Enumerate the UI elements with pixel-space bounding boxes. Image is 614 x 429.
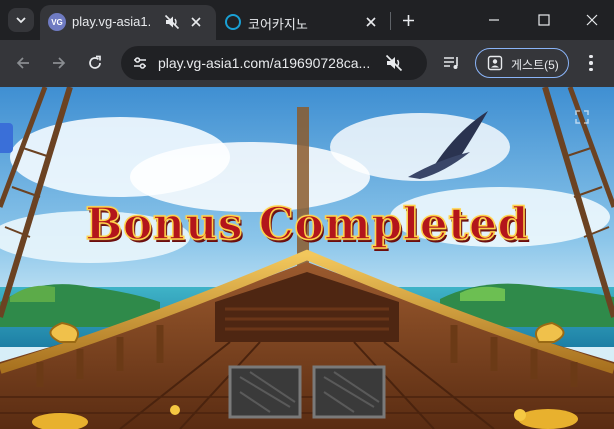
ship-deck-scene bbox=[0, 87, 614, 429]
speaker-muted-icon[interactable] bbox=[164, 14, 180, 30]
tab-core-casino[interactable]: 코어카지노 bbox=[216, 5, 388, 40]
media-playlist-icon[interactable] bbox=[442, 53, 462, 73]
plus-icon bbox=[402, 14, 414, 26]
tab-title: 코어카지노 bbox=[248, 17, 308, 32]
ring-logo-icon bbox=[225, 14, 241, 30]
close-window-button[interactable] bbox=[580, 8, 604, 32]
back-button[interactable] bbox=[12, 52, 34, 74]
arrow-right-icon bbox=[53, 57, 66, 69]
maximize-icon bbox=[538, 14, 550, 26]
guest-profile-button[interactable]: 게스트(5) bbox=[475, 48, 569, 78]
close-icon bbox=[366, 17, 376, 27]
new-tab-button[interactable] bbox=[398, 10, 418, 30]
speaker-muted-icon[interactable] bbox=[385, 54, 403, 72]
tab-separator bbox=[390, 12, 391, 30]
browser-toolbar: play.vg-asia1.com/a19690728ca... 게스트(5) bbox=[0, 40, 614, 87]
reload-button[interactable] bbox=[84, 52, 106, 74]
arrow-left-icon bbox=[16, 57, 29, 69]
profile-icon bbox=[487, 55, 503, 71]
fullscreen-icon[interactable] bbox=[574, 109, 590, 125]
tab-search-button[interactable] bbox=[8, 8, 34, 32]
more-vertical-icon[interactable] bbox=[582, 52, 600, 74]
tab-strip: VG play.vg-asia1.com 코어카지노 bbox=[0, 0, 614, 40]
bonus-completed-banner: Bonus Completed bbox=[84, 198, 529, 251]
tab-play-vg[interactable]: VG play.vg-asia1.com bbox=[40, 5, 216, 40]
forward-button[interactable] bbox=[48, 52, 70, 74]
url-text[interactable]: play.vg-asia1.com/a19690728ca... bbox=[158, 55, 378, 71]
tune-icon[interactable] bbox=[132, 55, 148, 71]
game-viewport[interactable]: Bonus Completed bbox=[0, 87, 614, 429]
minimize-icon bbox=[489, 19, 499, 21]
tab-close-button[interactable] bbox=[362, 13, 380, 31]
reload-icon bbox=[89, 55, 101, 69]
tab-title: play.vg-asia1.com bbox=[72, 14, 150, 29]
close-icon bbox=[586, 14, 598, 26]
chevron-down-icon bbox=[16, 17, 26, 24]
guest-label: 게스트(5) bbox=[511, 58, 559, 72]
address-bar[interactable]: play.vg-asia1.com/a19690728ca... bbox=[121, 46, 427, 80]
close-icon bbox=[191, 17, 201, 27]
maximize-button[interactable] bbox=[532, 8, 556, 32]
minimize-button[interactable] bbox=[482, 8, 506, 32]
tab-close-button[interactable] bbox=[187, 13, 205, 31]
side-panel-tab[interactable] bbox=[0, 123, 13, 153]
vg-logo-icon: VG bbox=[48, 13, 66, 31]
